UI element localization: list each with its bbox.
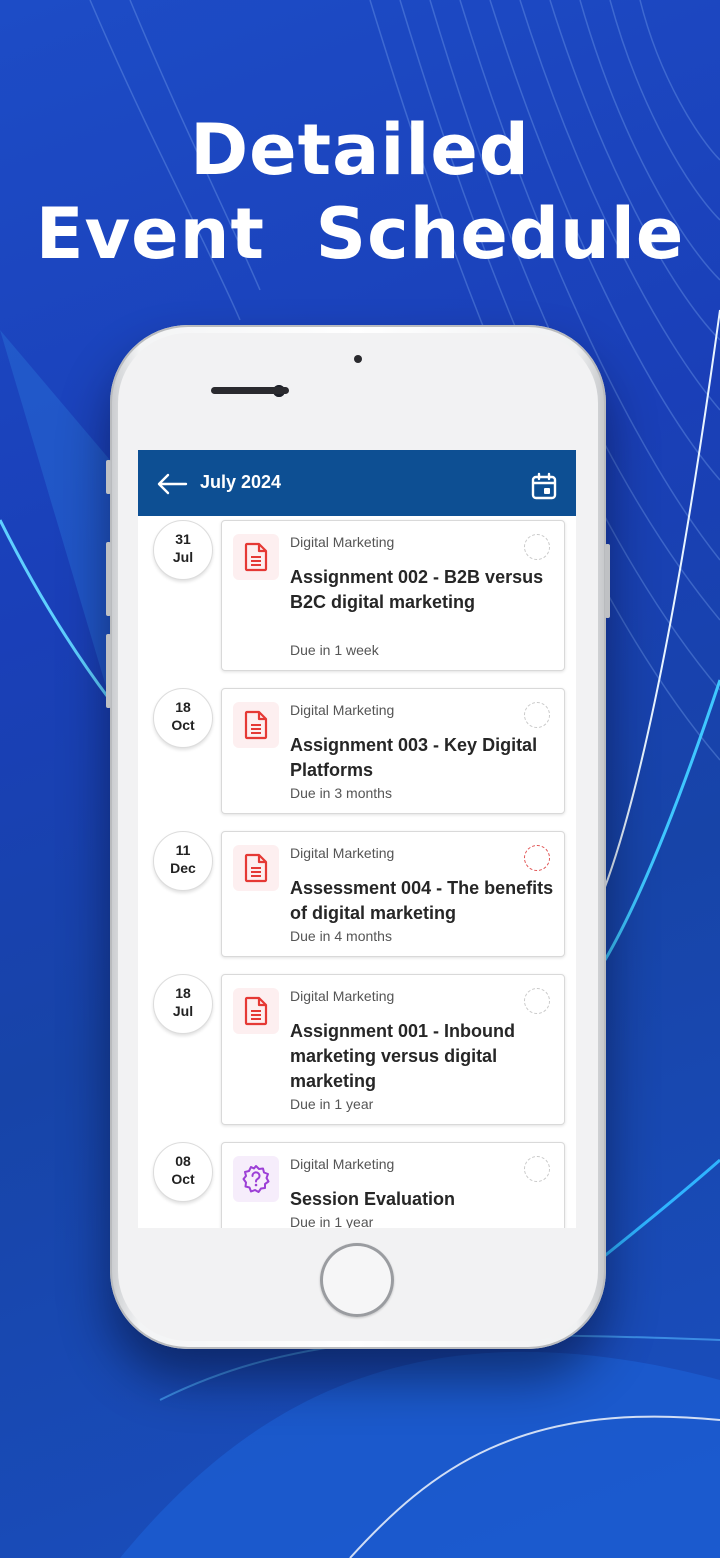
- volume-up-button: [106, 542, 111, 616]
- date-day: 18: [175, 699, 191, 715]
- feedback-question-icon: [233, 1156, 279, 1202]
- proximity-sensor: [354, 355, 362, 363]
- app-bar: July 2024: [138, 450, 576, 516]
- date-month: Oct: [171, 1171, 195, 1187]
- document-icon: [233, 702, 279, 748]
- calendar-icon[interactable]: [530, 472, 558, 500]
- event-title: Assignment 003 - Key Digital Platforms: [290, 735, 538, 780]
- date-bubble: 18 Jul: [153, 974, 213, 1034]
- event-due: Due in 1 year: [290, 1096, 374, 1112]
- date-month: Oct: [171, 717, 195, 733]
- event-card[interactable]: Digital Marketing Assignment 002 - B2B v…: [221, 520, 565, 671]
- date-month: Dec: [170, 860, 196, 876]
- event-category: Digital Marketing: [290, 845, 395, 861]
- app-screen: July 2024 31 Jul Digital Marketing Assig…: [138, 450, 576, 1228]
- mute-switch: [106, 460, 111, 494]
- event-due: Due in 1 year: [290, 1214, 374, 1228]
- headline-line-1: Detailed: [190, 109, 530, 191]
- date-month: Jul: [172, 1003, 194, 1019]
- event-due: Due in 1 week: [290, 642, 379, 658]
- event-title: Assignment 001 - Inbound marketing versu…: [290, 1021, 516, 1091]
- event-card[interactable]: Digital Marketing Assignment 003 - Key D…: [221, 688, 565, 814]
- power-button: [605, 544, 610, 618]
- event-due: Due in 3 months: [290, 785, 392, 801]
- date-bubble: 18 Oct: [153, 688, 213, 748]
- completion-checkbox[interactable]: [524, 1156, 550, 1182]
- event-card[interactable]: Digital Marketing Assessment 004 - The b…: [221, 831, 565, 957]
- completion-checkbox[interactable]: [524, 988, 550, 1014]
- document-icon: [233, 988, 279, 1034]
- event-category: Digital Marketing: [290, 702, 395, 718]
- event-title: Assignment 002 - B2B versus B2C digital …: [290, 567, 544, 612]
- event-title: Session Evaluation: [290, 1189, 456, 1209]
- arrow-left-icon[interactable]: [156, 472, 188, 496]
- date-bubble: 08 Oct: [153, 1142, 213, 1202]
- event-category: Digital Marketing: [290, 988, 395, 1004]
- document-icon: [233, 845, 279, 891]
- event-category: Digital Marketing: [290, 1156, 395, 1172]
- event-category: Digital Marketing: [290, 534, 395, 550]
- date-day: 31: [175, 531, 191, 547]
- headline-line-2: Event Schedule: [35, 193, 685, 275]
- completion-checkbox[interactable]: [524, 845, 550, 871]
- home-button[interactable]: [320, 1243, 394, 1317]
- event-title: Assessment 004 - The benefits of digital…: [290, 878, 554, 923]
- date-day: 11: [175, 842, 191, 858]
- event-card[interactable]: Digital Marketing Assignment 001 - Inbou…: [221, 974, 565, 1125]
- completion-checkbox[interactable]: [524, 534, 550, 560]
- month-title: July 2024: [200, 472, 282, 492]
- date-month: Jul: [172, 549, 194, 565]
- earpiece-speaker: [211, 387, 289, 394]
- date-day: 18: [175, 985, 191, 1001]
- date-day: 08: [175, 1153, 191, 1169]
- event-due: Due in 4 months: [290, 928, 392, 944]
- volume-down-button: [106, 634, 111, 708]
- date-bubble: 31 Jul: [153, 520, 213, 580]
- promo-headline: Detailed Event Schedule: [0, 108, 720, 276]
- date-bubble: 11 Dec: [153, 831, 213, 891]
- event-card[interactable]: Digital Marketing Session Evaluation Due…: [221, 1142, 565, 1228]
- document-icon: [233, 534, 279, 580]
- completion-checkbox[interactable]: [524, 702, 550, 728]
